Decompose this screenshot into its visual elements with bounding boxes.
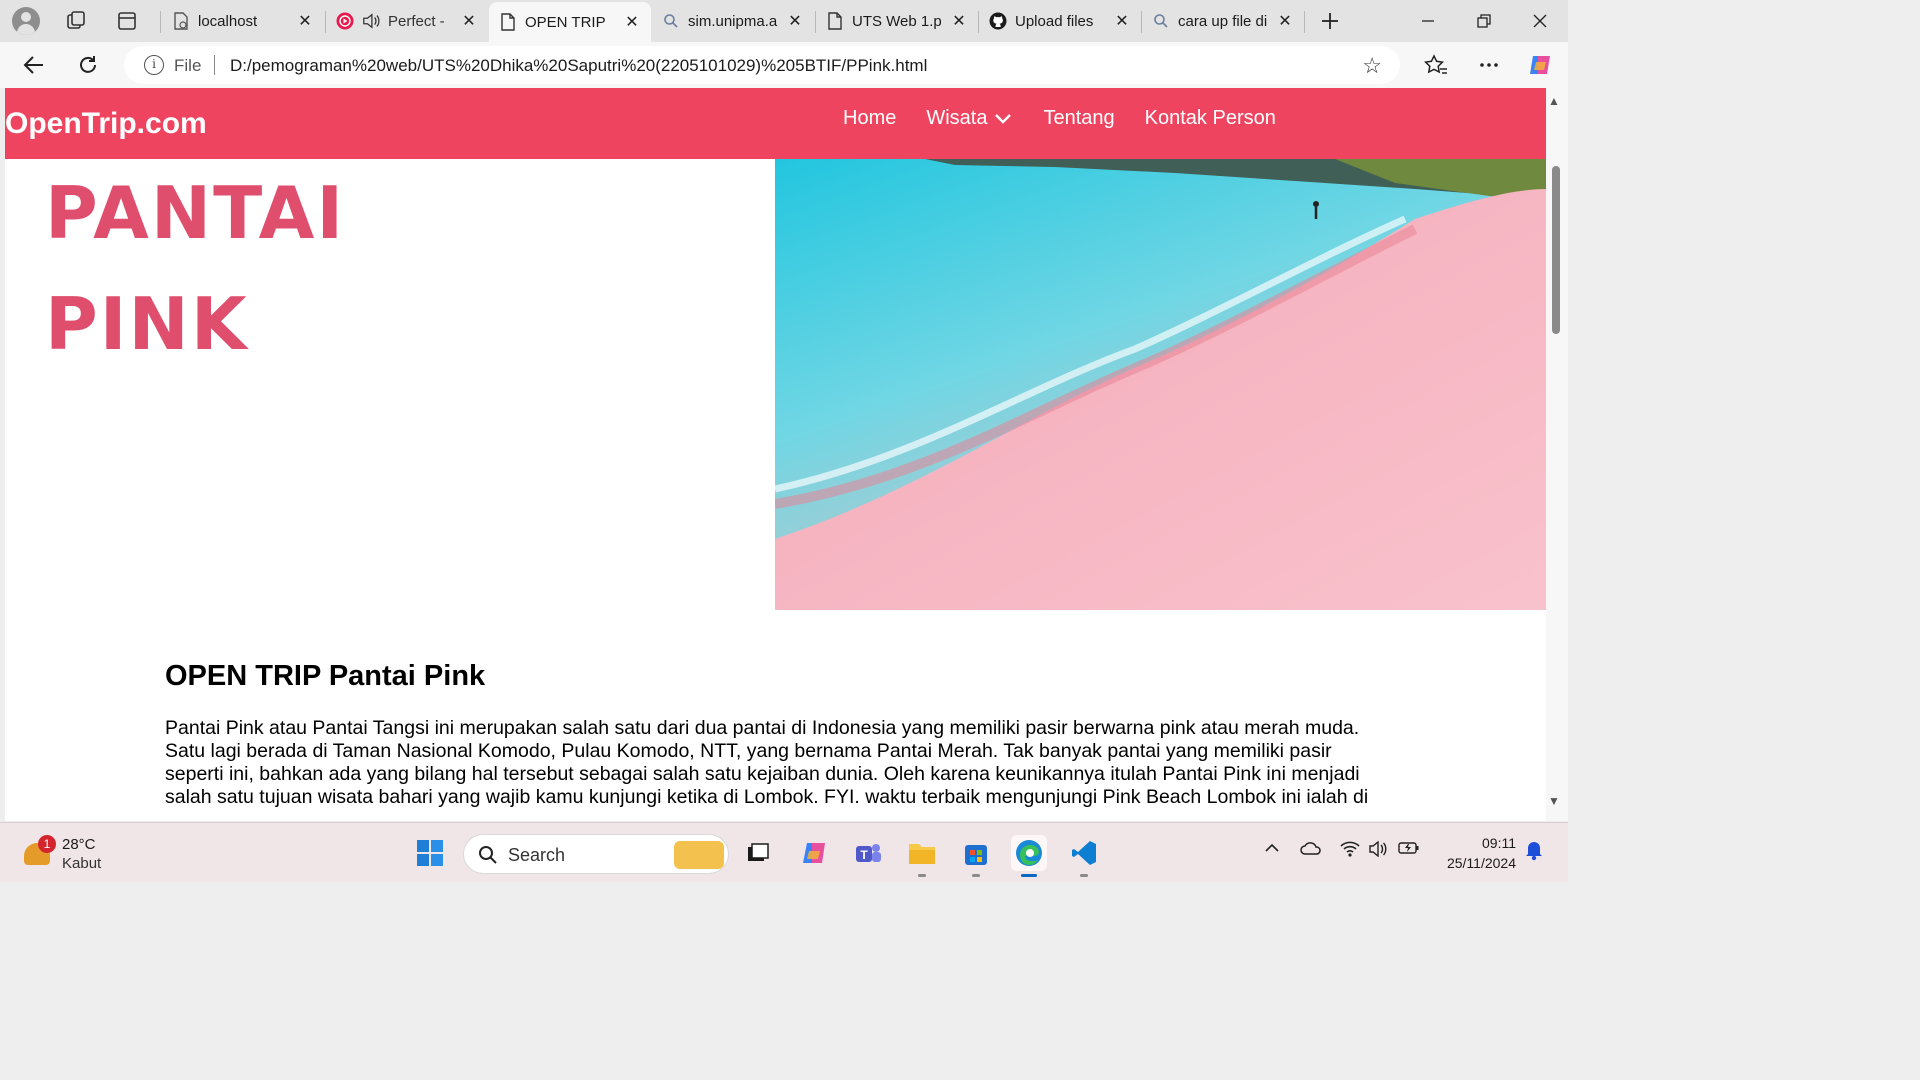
- weather-widget[interactable]: 1 28°C Kabut: [22, 833, 132, 875]
- tab-cara-up-file[interactable]: cara up file di ✕: [1142, 4, 1304, 38]
- close-icon[interactable]: ✕: [460, 12, 478, 30]
- favorites-icon[interactable]: [1421, 51, 1451, 79]
- close-icon[interactable]: ✕: [1113, 12, 1131, 30]
- nav-tentang[interactable]: Tentang: [1043, 107, 1114, 130]
- close-icon[interactable]: ✕: [1276, 12, 1294, 30]
- site-info-icon[interactable]: i: [144, 55, 164, 75]
- music-icon: [336, 12, 354, 30]
- file-explorer-icon[interactable]: [904, 835, 940, 877]
- tab-uts-web[interactable]: UTS Web 1.p ✕: [816, 4, 978, 38]
- start-button[interactable]: [412, 835, 448, 871]
- tab-title: UTS Web 1.p: [852, 12, 942, 30]
- notifications-bell-icon[interactable]: [1524, 839, 1544, 866]
- tab-title: Perfect -: [388, 12, 445, 30]
- tab-title: sim.unipma.a: [688, 12, 778, 30]
- browser-tab-strip: localhost ✕ Perfect - ✕ OPEN TRIP ✕ sim.…: [0, 0, 1568, 42]
- search-highlight-icon: [674, 841, 724, 869]
- task-view-icon[interactable]: [740, 835, 776, 871]
- hero-title-line2: PINK: [45, 282, 249, 366]
- page-icon: [826, 12, 844, 30]
- nav-links: Home Wisata Tentang Kontak Person: [843, 107, 1306, 130]
- refresh-icon[interactable]: [73, 51, 103, 79]
- close-icon[interactable]: ✕: [623, 13, 641, 31]
- weather-condition: Kabut: [62, 855, 102, 872]
- page-viewport: OpenTrip.com Home Wisata Tentang Kontak …: [5, 88, 1546, 821]
- clock-date: 25/11/2024: [1446, 855, 1516, 871]
- section-title: OPEN TRIP Pantai Pink: [165, 660, 486, 692]
- scroll-thumb[interactable]: [1552, 166, 1560, 334]
- section-paragraph: Pantai Pink atau Pantai Tangsi ini merup…: [165, 717, 1369, 808]
- tab-title: Upload files: [1015, 12, 1094, 30]
- hero-title-line1: PANTAI: [45, 171, 346, 255]
- trip-description-section: OPEN TRIP Pantai Pink Pantai Pink atau P…: [165, 660, 1381, 809]
- tab-sim-unipma[interactable]: sim.unipma.a ✕: [652, 4, 814, 38]
- volume-icon[interactable]: [1368, 840, 1388, 862]
- vscode-icon[interactable]: [1066, 835, 1102, 877]
- clock-time: 09:11: [1482, 835, 1516, 851]
- taskbar-clock[interactable]: 09:11 25/11/2024: [1438, 833, 1516, 873]
- site-navbar: OpenTrip.com Home Wisata Tentang Kontak …: [5, 88, 1546, 159]
- copilot-icon[interactable]: [1525, 51, 1555, 79]
- hero-title: PANTAI PINK: [45, 158, 745, 380]
- url-text[interactable]: D:/pemograman%20web/UTS%20Dhika%20Saputr…: [230, 56, 927, 76]
- speaker-icon[interactable]: [362, 12, 380, 30]
- restore-icon[interactable]: [1456, 0, 1512, 42]
- tab-title: OPEN TRIP: [525, 13, 606, 31]
- windows-logo-icon: [417, 840, 443, 866]
- tab-title: cara up file di: [1178, 12, 1268, 30]
- tab-perfect[interactable]: Perfect - ✕: [326, 4, 488, 38]
- workspaces-icon[interactable]: [64, 9, 88, 33]
- github-icon: [989, 12, 1007, 30]
- back-icon[interactable]: [18, 51, 48, 79]
- microsoft-store-icon[interactable]: [958, 835, 994, 877]
- new-tab-icon[interactable]: [1318, 9, 1342, 33]
- edge-browser-icon[interactable]: [1011, 835, 1047, 877]
- taskbar-search[interactable]: Search: [463, 834, 729, 874]
- svg-text:T: T: [860, 848, 868, 862]
- tab-upload-files[interactable]: Upload files ✕: [979, 4, 1141, 38]
- browser-toolbar: i File D:/pemograman%20web/UTS%20Dhika%2…: [0, 42, 1568, 88]
- scheme-label: File: [174, 56, 202, 75]
- page-error-icon: [172, 12, 190, 30]
- show-hidden-icons[interactable]: [1264, 841, 1280, 859]
- close-window-icon[interactable]: [1512, 0, 1568, 42]
- tab-localhost[interactable]: localhost ✕: [162, 4, 324, 38]
- tab-title: localhost: [198, 12, 258, 30]
- nav-wisata[interactable]: Wisata: [926, 107, 1013, 130]
- search-icon: [1152, 12, 1170, 30]
- chevron-down-icon: [995, 113, 1012, 124]
- teams-icon[interactable]: T: [850, 835, 886, 871]
- page-scrollbar[interactable]: ▲ ▼: [1546, 88, 1568, 821]
- tab-open-trip[interactable]: OPEN TRIP ✕: [489, 2, 651, 42]
- minimize-icon[interactable]: [1400, 0, 1456, 42]
- scroll-up-icon[interactable]: ▲: [1548, 94, 1560, 108]
- site-brand[interactable]: OpenTrip.com: [5, 107, 207, 141]
- notification-badge: 1: [38, 835, 56, 853]
- weather-temp: 28°C: [62, 836, 96, 853]
- nav-wisata-label: Wisata: [926, 107, 988, 129]
- tab-actions-icon[interactable]: [115, 9, 139, 33]
- nav-home[interactable]: Home: [843, 107, 896, 130]
- close-icon[interactable]: ✕: [950, 12, 968, 30]
- copilot-app-icon[interactable]: [796, 835, 832, 871]
- search-icon: [479, 846, 497, 864]
- nav-kontak[interactable]: Kontak Person: [1145, 107, 1276, 130]
- close-icon[interactable]: ✕: [296, 12, 314, 30]
- battery-icon[interactable]: [1398, 841, 1420, 860]
- scroll-down-icon[interactable]: ▼: [1548, 794, 1560, 808]
- pink-beach-image: [775, 159, 1546, 610]
- address-bar[interactable]: i File D:/pemograman%20web/UTS%20Dhika%2…: [124, 46, 1400, 84]
- favorite-star-icon[interactable]: ☆: [1362, 53, 1382, 79]
- close-icon[interactable]: ✕: [786, 12, 804, 30]
- search-label: Search: [508, 845, 566, 865]
- windows-taskbar: 1 28°C Kabut Search T 09:11 25/11/2024: [0, 822, 1568, 882]
- page-icon: [499, 13, 517, 31]
- wifi-icon[interactable]: [1340, 841, 1360, 862]
- more-options-icon[interactable]: [1474, 51, 1504, 79]
- profile-avatar-icon[interactable]: [12, 7, 40, 35]
- onedrive-icon[interactable]: [1300, 841, 1322, 860]
- search-icon: [662, 12, 680, 30]
